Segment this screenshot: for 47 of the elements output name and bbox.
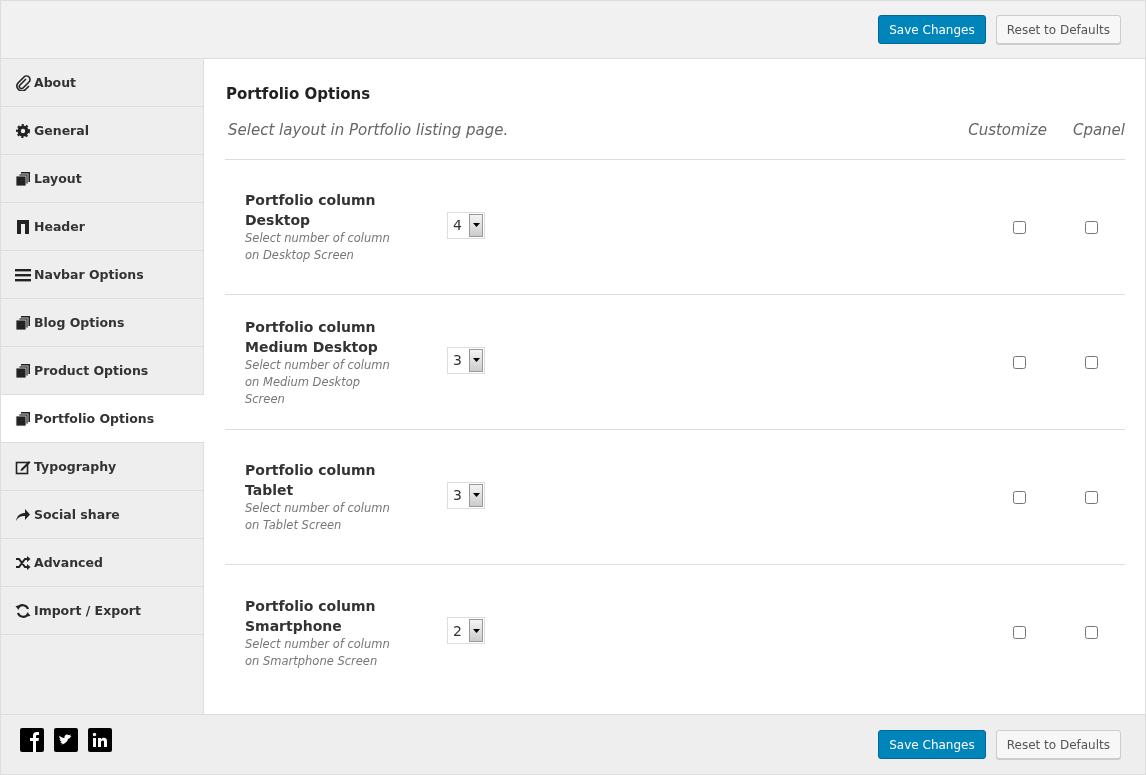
gear-icon	[15, 122, 31, 139]
option-description: Select number of column on Tablet Screen	[245, 500, 391, 534]
customize-checkbox[interactable]	[1013, 220, 1026, 234]
cpanel-checkbox[interactable]	[1085, 490, 1098, 504]
save-changes-button[interactable]: Save Changes	[878, 15, 986, 44]
section-subtitle: Select layout in Portfolio listing page.	[227, 121, 510, 139]
refresh-icon	[15, 602, 31, 619]
option-title: Portfolio column Smartphone	[245, 596, 377, 636]
paperclip-icon	[15, 74, 31, 91]
pages-icon	[15, 410, 31, 427]
twitter-icon[interactable]	[54, 727, 78, 752]
facebook-icon[interactable]	[20, 727, 44, 752]
column-count-select[interactable]: 4	[447, 211, 485, 239]
customize-checkbox[interactable]	[1013, 626, 1026, 639]
dropdown-caret-icon	[472, 493, 480, 497]
sidebar-item[interactable]: Portfolio Options	[1, 395, 204, 443]
bars-icon	[15, 266, 31, 283]
linkedin-icon[interactable]	[88, 727, 112, 752]
cpanel-checkbox[interactable]	[1085, 355, 1098, 369]
dropdown-caret-icon	[472, 358, 480, 362]
shuffle-icon	[15, 554, 31, 571]
option-description: Select number of column on Desktop Screen	[245, 230, 391, 264]
section-title: Portfolio Options	[226, 85, 372, 103]
column-count-select[interactable]: 2	[447, 617, 485, 644]
dropdown-caret-icon	[472, 628, 480, 633]
dropdown-caret-icon	[472, 223, 480, 227]
customize-checkbox[interactable]	[1013, 355, 1026, 369]
column-count-select[interactable]: 3	[447, 481, 485, 509]
pages-icon	[15, 362, 31, 379]
pages-icon	[15, 170, 31, 187]
option-title: Portfolio column Desktop	[245, 191, 377, 230]
cpanel-checkbox[interactable]	[1085, 220, 1098, 234]
pages-icon	[15, 314, 31, 331]
reset-defaults-button[interactable]: Reset to Defaults	[995, 730, 1121, 759]
option-title: Portfolio column Tablet	[245, 461, 377, 500]
column-header: Customize	[968, 121, 1047, 139]
save-changes-button[interactable]: Save Changes	[878, 730, 986, 759]
edit-icon	[15, 458, 31, 475]
bookmark-icon	[15, 218, 31, 235]
cpanel-checkbox[interactable]	[1085, 626, 1098, 639]
customize-checkbox[interactable]	[1013, 490, 1026, 504]
option-description: Select number of column on Medium Desktop Screen	[245, 356, 391, 408]
column-header: Cpanel	[1072, 121, 1125, 139]
option-title: Portfolio column Medium Desktop	[245, 317, 379, 357]
reset-defaults-button[interactable]: Reset to Defaults	[995, 15, 1121, 44]
option-description: Select number of column on Smartphone Screen	[245, 635, 391, 670]
column-count-select[interactable]: 3	[447, 346, 485, 374]
